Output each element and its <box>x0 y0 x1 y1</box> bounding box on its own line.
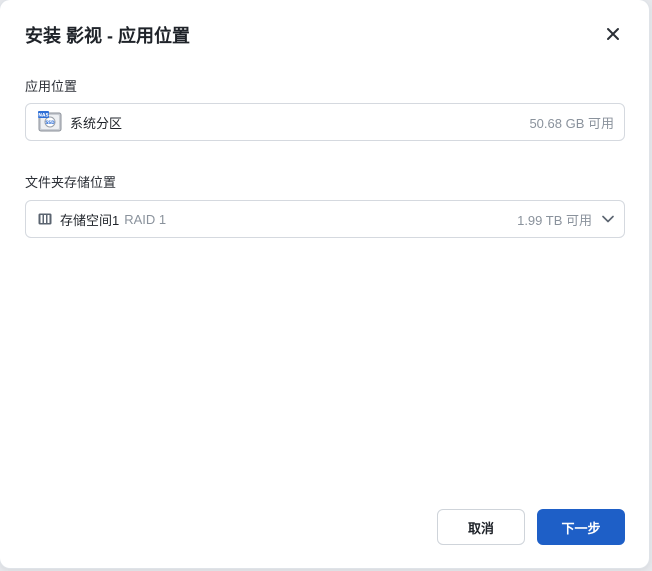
install-dialog: 安装 影视 - 应用位置 应用位置 NAS SSD 系统分区 50.68 GB … <box>0 0 649 568</box>
chevron-down-icon[interactable] <box>602 215 614 223</box>
app-volume-available: 50.68 GB 可用 <box>529 115 614 131</box>
folder-location-select[interactable]: 存储空间1 RAID 1 1.99 TB 可用 <box>25 200 625 238</box>
app-volume-name: 系统分区 <box>70 115 123 131</box>
app-location-label: 应用位置 <box>25 79 78 94</box>
raid-level: RAID 1 <box>124 211 167 227</box>
svg-text:SSD: SSD <box>45 120 55 125</box>
cancel-button[interactable]: 取消 <box>437 509 525 545</box>
dialog-title: 安装 影视 - 应用位置 <box>25 26 190 46</box>
ssd-drive-icon: NAS SSD <box>38 111 62 133</box>
app-location-field: NAS SSD 系统分区 50.68 GB 可用 <box>25 103 625 141</box>
folder-location-label: 文件夹存储位置 <box>25 175 117 190</box>
close-button[interactable] <box>605 26 621 42</box>
storage-volume-name: 存储空间1 <box>60 212 120 228</box>
storage-pool-icon <box>38 213 52 225</box>
storage-volume-available: 1.99 TB 可用 <box>517 212 592 228</box>
close-icon <box>607 28 619 40</box>
next-button[interactable]: 下一步 <box>537 509 625 545</box>
svg-text:NAS: NAS <box>38 113 49 119</box>
